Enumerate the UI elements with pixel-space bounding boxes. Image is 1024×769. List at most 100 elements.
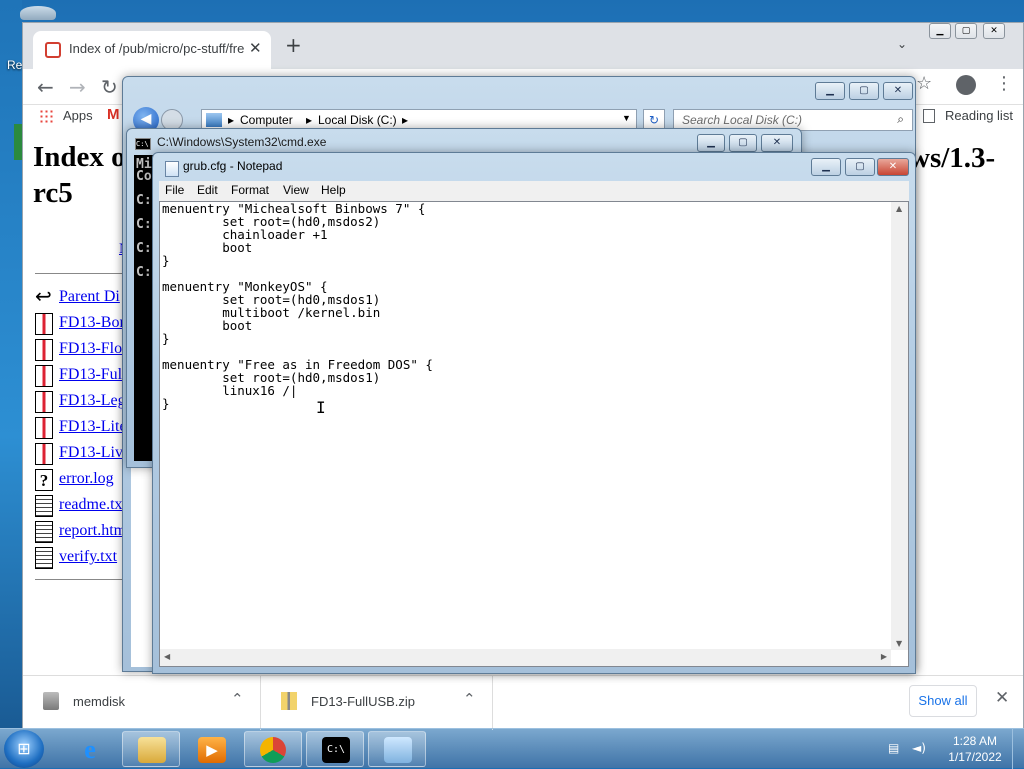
minimize-icon[interactable]: ▁: [811, 158, 841, 176]
cmd-icon: C:\: [135, 138, 151, 150]
taskbar: ⊞ e ▶ C:\ ▤ ◄) 1:28 AM 1/17/2022: [0, 728, 1024, 769]
forward-arrow-icon[interactable]: →: [69, 75, 86, 99]
zip-icon: [35, 391, 53, 413]
system-clock[interactable]: 1:28 AM 1/17/2022: [940, 733, 1010, 765]
downloads-bar: memdisk ⌃ FD13-FullUSB.zip ⌃ Show all ✕: [23, 675, 1023, 730]
console-line: C:: [136, 217, 152, 232]
network-icon[interactable]: ▤: [888, 741, 902, 755]
taskbar-notepad[interactable]: [368, 731, 426, 767]
chevron-up-icon[interactable]: ⌃: [463, 690, 476, 708]
new-tab-icon[interactable]: +: [285, 33, 302, 57]
download-item[interactable]: FD13-FullUSB.zip ⌃: [261, 676, 493, 730]
maximize-icon[interactable]: ▢: [845, 158, 875, 176]
taskbar-cmd[interactable]: C:\: [306, 731, 364, 767]
maximize-icon[interactable]: ▢: [955, 23, 977, 39]
close-tab-icon[interactable]: ✕: [249, 39, 262, 57]
text-editor[interactable]: menuentry "Michealsoft Binbows 7" { set …: [159, 201, 909, 667]
minimize-icon[interactable]: ▁: [697, 134, 725, 152]
minimize-icon[interactable]: ▁: [929, 23, 951, 39]
address-dropdown-icon[interactable]: ▼: [622, 113, 631, 123]
gmail-icon[interactable]: M: [107, 106, 120, 123]
file-link[interactable]: error.log: [59, 470, 114, 488]
scroll-up-icon[interactable]: ▲: [896, 204, 902, 213]
download-name: memdisk: [73, 694, 126, 709]
internet-explorer-icon: e: [84, 735, 96, 764]
download-name: FD13-FullUSB.zip: [311, 694, 416, 709]
file-link[interactable]: report.htm: [59, 522, 126, 540]
console-line: C:: [136, 193, 152, 208]
show-desktop-button[interactable]: [1012, 729, 1024, 769]
active-tab[interactable]: Index of /pub/micro/pc-stuff/fre ✕: [33, 31, 271, 69]
file-link[interactable]: verify.txt: [59, 548, 117, 566]
apps-bookmark[interactable]: Apps: [63, 108, 93, 123]
unknown-file-icon: ?: [35, 469, 53, 491]
menu-help[interactable]: Help: [321, 183, 346, 197]
menu-kebab-icon[interactable]: ⋮: [995, 73, 1013, 94]
maximize-icon[interactable]: ▢: [729, 134, 757, 152]
text-cursor-icon: I: [316, 398, 326, 417]
page-title-continued: ws/1.3-: [909, 142, 996, 174]
notepad-icon: [384, 737, 412, 763]
taskbar-chrome[interactable]: [244, 731, 302, 767]
computer-icon: [206, 113, 222, 127]
bookmark-star-icon[interactable]: ☆: [916, 73, 932, 94]
reload-icon[interactable]: ↻: [101, 75, 118, 99]
file-link[interactable]: readme.tx: [59, 496, 123, 514]
file-link[interactable]: FD13-Lite: [59, 418, 127, 436]
start-button[interactable]: ⊞: [4, 730, 44, 768]
file-link[interactable]: FD13-Liv: [59, 444, 123, 462]
profile-avatar-icon[interactable]: [956, 75, 976, 95]
menu-view[interactable]: View: [283, 183, 309, 197]
desktop-icon-label: Re: [7, 58, 23, 72]
recycle-bin-icon[interactable]: [20, 6, 56, 20]
file-link[interactable]: Parent Di: [59, 288, 120, 306]
breadcrumb-computer[interactable]: Computer: [240, 113, 293, 127]
window-title: C:\Windows\System32\cmd.exe: [157, 135, 327, 149]
menu-edit[interactable]: Edit: [197, 183, 218, 197]
scroll-left-icon[interactable]: ◀: [164, 652, 170, 661]
file-link[interactable]: FD13-Bon: [59, 314, 127, 332]
file-link[interactable]: FD13-Leg: [59, 392, 126, 410]
close-window-icon[interactable]: ✕: [883, 82, 913, 100]
menu-bar: File Edit Format View Help: [159, 181, 909, 201]
search-icon[interactable]: ⌕: [897, 112, 904, 127]
file-link[interactable]: FD13-Ful: [59, 366, 122, 384]
show-all-button[interactable]: Show all: [909, 685, 977, 717]
vertical-scrollbar[interactable]: ▲ ▼: [891, 202, 908, 650]
menu-file[interactable]: File: [165, 183, 184, 197]
close-window-icon[interactable]: ✕: [761, 134, 793, 152]
file-content[interactable]: menuentry "Michealsoft Binbows 7" { set …: [162, 202, 433, 410]
page-favicon-icon: [45, 42, 61, 58]
notepad-window: grub.cfg - Notepad ▁ ▢ ✕ File Edit Forma…: [152, 152, 916, 674]
zip-icon: [281, 692, 297, 710]
tab-search-chevron-icon[interactable]: ⌄: [897, 37, 907, 51]
close-window-icon[interactable]: ✕: [877, 158, 909, 176]
apps-grid-icon[interactable]: [39, 109, 53, 123]
explorer-folder-icon: [138, 737, 166, 763]
close-downloads-icon[interactable]: ✕: [995, 688, 1009, 708]
file-link[interactable]: FD13-Flo: [59, 340, 122, 358]
scroll-right-icon[interactable]: ▶: [881, 652, 887, 661]
file-icon: [43, 692, 59, 710]
chevron-up-icon[interactable]: ⌃: [231, 690, 244, 708]
volume-icon[interactable]: ◄): [912, 741, 926, 755]
desktop-background: [0, 0, 22, 728]
horizontal-scrollbar[interactable]: ◀ ▶: [160, 649, 891, 666]
maximize-icon[interactable]: ▢: [849, 82, 879, 100]
reading-list-button[interactable]: Reading list: [945, 108, 1013, 123]
back-arrow-icon[interactable]: ←: [37, 75, 54, 99]
taskbar-media-player[interactable]: ▶: [182, 731, 240, 767]
reading-list-icon[interactable]: [923, 109, 935, 123]
menu-format[interactable]: Format: [231, 183, 269, 197]
zip-icon: [35, 417, 53, 439]
taskbar-explorer[interactable]: [122, 731, 180, 767]
text-file-icon: [35, 521, 53, 543]
clock-time: 1:28 AM: [952, 734, 998, 748]
zip-icon: [35, 339, 53, 361]
scroll-down-icon[interactable]: ▼: [896, 639, 902, 648]
taskbar-ie[interactable]: e: [60, 731, 118, 767]
breadcrumb-local-disk[interactable]: Local Disk (C:): [318, 113, 397, 127]
close-window-icon[interactable]: ✕: [983, 23, 1005, 39]
download-item[interactable]: memdisk ⌃: [23, 676, 261, 730]
minimize-icon[interactable]: ▁: [815, 82, 845, 100]
